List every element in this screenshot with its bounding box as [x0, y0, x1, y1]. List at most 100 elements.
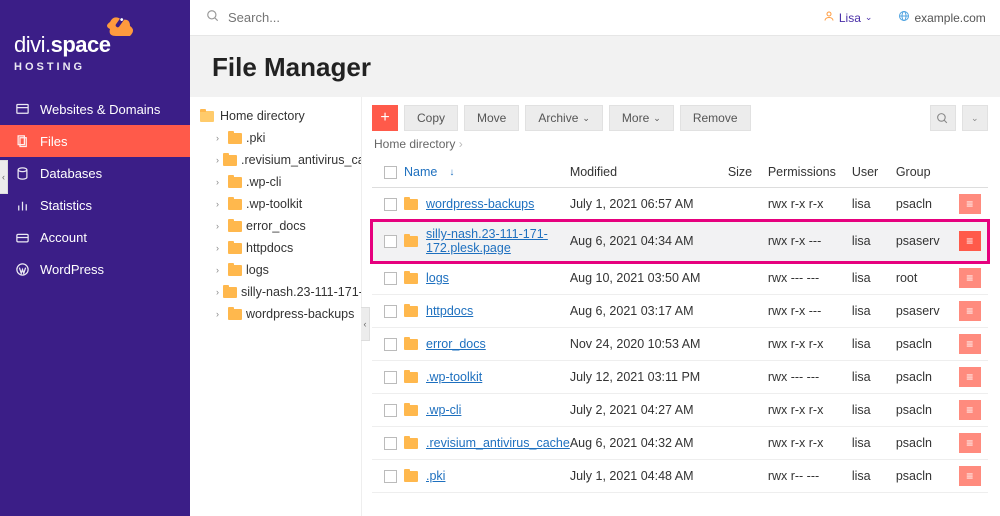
tree-item[interactable]: ›.wp-toolkit: [210, 193, 361, 215]
websites-icon: [14, 101, 30, 117]
user-cell: lisa: [852, 234, 896, 248]
sidebar-item-files[interactable]: Files: [0, 125, 190, 157]
row-checkbox[interactable]: [384, 470, 397, 483]
file-link[interactable]: httpdocs: [426, 304, 473, 318]
user-cell: lisa: [852, 197, 896, 211]
globe-icon: [898, 10, 910, 25]
permissions-cell: rwx r-x ---: [768, 304, 852, 318]
row-checkbox[interactable]: [384, 235, 397, 248]
row-menu-button[interactable]: ≡: [959, 268, 981, 288]
row-menu-button[interactable]: ≡: [959, 194, 981, 214]
sidebar-item-databases[interactable]: Databases: [0, 157, 190, 189]
table-row: .pkiJuly 1, 2021 04:48 AMrwx r-- ---lisa…: [372, 460, 988, 493]
file-link[interactable]: error_docs: [426, 337, 486, 351]
more-button[interactable]: More⌄: [609, 105, 674, 131]
table-search-button[interactable]: [930, 105, 956, 131]
search-icon: [206, 9, 220, 26]
folder-icon: [404, 471, 418, 482]
domain-link[interactable]: example.com: [898, 10, 985, 25]
row-menu-button[interactable]: ≡: [959, 466, 981, 486]
file-name-cell[interactable]: error_docs: [404, 337, 570, 351]
tree-item[interactable]: ›logs: [210, 259, 361, 281]
search-box[interactable]: [206, 9, 815, 26]
file-name-cell[interactable]: silly-nash.23-111-171-172.plesk.page: [404, 227, 570, 255]
tree-root[interactable]: Home directory: [190, 105, 361, 127]
file-link[interactable]: logs: [426, 271, 449, 285]
sidebar-item-label: Databases: [40, 166, 102, 181]
user-cell: lisa: [852, 304, 896, 318]
user-cell: lisa: [852, 436, 896, 450]
permissions-cell: rwx r-x ---: [768, 234, 852, 248]
archive-button[interactable]: Archive⌄: [525, 105, 603, 131]
row-menu-button[interactable]: ≡: [959, 301, 981, 321]
file-name-cell[interactable]: wordpress-backups: [404, 197, 570, 211]
add-button[interactable]: +: [372, 105, 398, 131]
breadcrumb[interactable]: Home directory ›: [372, 131, 988, 157]
search-input[interactable]: [228, 10, 428, 25]
sidebar-item-statistics[interactable]: Statistics: [0, 189, 190, 221]
column-modified[interactable]: Modified: [570, 165, 728, 179]
row-menu-button[interactable]: ≡: [959, 433, 981, 453]
file-link[interactable]: .wp-toolkit: [426, 370, 482, 384]
row-menu-button[interactable]: ≡: [959, 231, 981, 251]
file-name-cell[interactable]: .pki: [404, 469, 570, 483]
file-link[interactable]: .revisium_antivirus_cache: [426, 436, 570, 450]
user-menu[interactable]: Lisa ⌄: [823, 10, 873, 25]
column-name[interactable]: Name↓: [404, 165, 570, 179]
column-group[interactable]: Group: [896, 165, 956, 179]
select-all-checkbox[interactable]: [384, 166, 397, 179]
row-checkbox[interactable]: [384, 437, 397, 450]
row-menu-button[interactable]: ≡: [959, 334, 981, 354]
file-link[interactable]: .pki: [426, 469, 445, 483]
sidebar-item-account[interactable]: Account: [0, 221, 190, 253]
tree-item-label: logs: [246, 263, 269, 277]
row-checkbox[interactable]: [384, 198, 397, 211]
file-name-cell[interactable]: logs: [404, 271, 570, 285]
sidebar-collapse-handle[interactable]: ‹: [0, 160, 8, 194]
file-name-cell[interactable]: httpdocs: [404, 304, 570, 318]
column-size[interactable]: Size: [728, 165, 768, 179]
tree-item[interactable]: ›.wp-cli: [210, 171, 361, 193]
file-name-cell[interactable]: .wp-cli: [404, 403, 570, 417]
group-cell: root: [896, 271, 956, 285]
row-checkbox[interactable]: [384, 404, 397, 417]
user-cell: lisa: [852, 271, 896, 285]
folder-icon: [228, 199, 242, 210]
account-icon: [14, 229, 30, 245]
tree-item[interactable]: ›wordpress-backups: [210, 303, 361, 325]
sidebar-item-label: Account: [40, 230, 87, 245]
tree-collapse-handle[interactable]: ‹: [361, 307, 370, 341]
row-checkbox[interactable]: [384, 272, 397, 285]
file-link[interactable]: wordpress-backups: [426, 197, 534, 211]
row-checkbox[interactable]: [384, 338, 397, 351]
tree-item-label: .wp-toolkit: [246, 197, 302, 211]
tree-item-label: .pki: [246, 131, 265, 145]
table-settings-button[interactable]: ⌄: [962, 105, 988, 131]
tree-item[interactable]: ›error_docs: [210, 215, 361, 237]
tree-item[interactable]: ›silly-nash.23-111-171-172.plesk.page: [210, 281, 361, 303]
column-permissions[interactable]: Permissions: [768, 165, 852, 179]
permissions-cell: rwx --- ---: [768, 370, 852, 384]
wordpress-icon: [14, 261, 30, 277]
row-menu-button[interactable]: ≡: [959, 367, 981, 387]
row-checkbox[interactable]: [384, 305, 397, 318]
remove-button[interactable]: Remove: [680, 105, 751, 131]
folder-icon: [404, 405, 418, 416]
tree-item[interactable]: ›.pki: [210, 127, 361, 149]
row-menu-button[interactable]: ≡: [959, 400, 981, 420]
move-button[interactable]: Move: [464, 105, 519, 131]
file-link[interactable]: .wp-cli: [426, 403, 461, 417]
row-checkbox[interactable]: [384, 371, 397, 384]
user-name: Lisa: [839, 11, 861, 25]
copy-button[interactable]: Copy: [404, 105, 458, 131]
sidebar-item-websites[interactable]: Websites & Domains: [0, 93, 190, 125]
user-cell: lisa: [852, 337, 896, 351]
sidebar-item-wordpress[interactable]: WordPress: [0, 253, 190, 285]
file-link[interactable]: silly-nash.23-111-171-172.plesk.page: [426, 227, 570, 255]
column-user[interactable]: User: [852, 165, 896, 179]
tree-item[interactable]: ›httpdocs: [210, 237, 361, 259]
file-name-cell[interactable]: .wp-toolkit: [404, 370, 570, 384]
file-name-cell[interactable]: .revisium_antivirus_cache: [404, 436, 570, 450]
tree-item[interactable]: ›.revisium_antivirus_cache: [210, 149, 361, 171]
chevron-down-icon: ⌄: [865, 12, 873, 23]
